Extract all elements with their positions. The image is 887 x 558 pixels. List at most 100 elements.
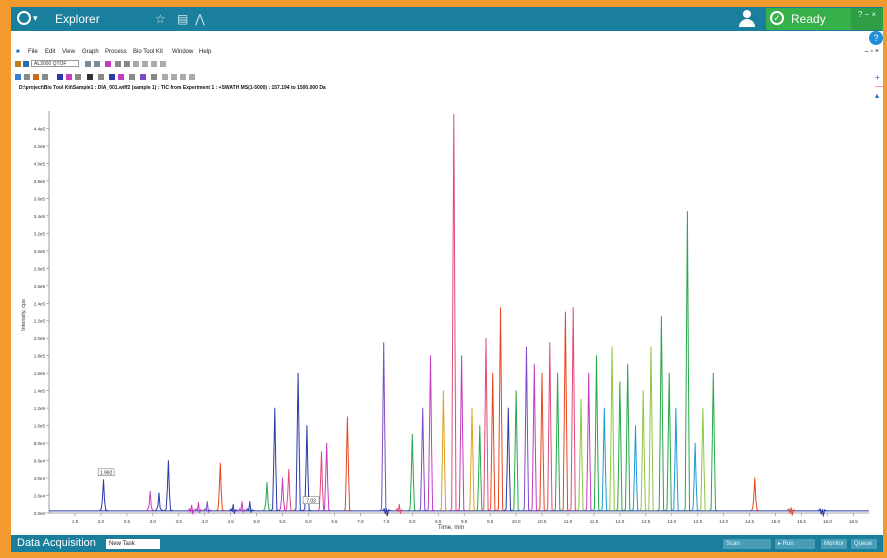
instrument-select[interactable]: AL3000 QTOF [31,60,79,67]
view-1-icon[interactable] [162,74,168,80]
x-tick-label: 13.5 [693,519,702,524]
peak-trace [690,442,700,512]
cursor-icon[interactable] [57,74,63,80]
table-icon[interactable] [142,61,148,67]
x-tick-label: 3.5 [176,519,183,524]
menu-graph[interactable]: Graph [82,49,99,55]
export-icon[interactable] [160,61,166,67]
menu-window[interactable]: Window [172,49,193,55]
side-pin-icon[interactable]: ▴ [875,91,883,100]
save-icon[interactable] [23,61,29,67]
peak-trace [698,407,708,512]
layout-icon[interactable] [151,61,157,67]
peak-trace [284,468,294,512]
print-icon[interactable] [115,61,121,67]
arrow-right-icon[interactable] [98,74,104,80]
peak-icon[interactable]: ⋀ [195,12,205,26]
app-window: ▾ Explorer ☆ ▤ ⋀ ✓ Ready ? − × ? ■ File … [11,7,883,552]
window-controls[interactable]: ? − × [851,8,883,30]
peak-trace [750,477,760,512]
annotate-icon[interactable] [140,74,146,80]
queue-control[interactable]: Queue [851,539,877,549]
peak-trace [664,372,674,512]
workspace-label: Data Acquisition [17,537,96,549]
graph-tool-3-icon[interactable] [33,74,39,80]
normalize-icon[interactable] [129,74,135,80]
x-tick-label: 1.5 [72,519,79,524]
peak-trace [343,416,352,512]
new-task-tab[interactable]: New Task [106,539,160,549]
menu-edit[interactable]: Edit [45,49,55,55]
arrow-left-icon[interactable] [87,74,93,80]
baseline-icon[interactable] [75,74,81,80]
app-logo-icon[interactable] [17,11,31,25]
peak-trace [511,390,521,512]
panel-icon[interactable]: ▤ [177,12,188,26]
chromatogram-panel[interactable]: 0.0e0 2.0e4 4.0e4 6.0e4 8.0e4 1.0e5 1.2e5 1.4e5… [11,95,873,535]
peak-label-icon[interactable] [66,74,72,80]
peak-trace [228,503,238,514]
x-tick-label: 16.0 [823,519,832,524]
x-tick-label: 5.5 [279,519,286,524]
graph-tool-2-icon[interactable] [24,74,30,80]
run-control[interactable]: ▸ Run [775,539,815,549]
y-tick-label: 2.0e4 [34,494,46,499]
scan-control[interactable]: Scan [723,539,771,549]
y-tick-label: 3.6e5 [34,196,46,201]
expand-icon[interactable] [109,74,115,80]
undo-icon[interactable] [85,61,91,67]
peak-trace [215,462,225,512]
peak-trace [529,363,539,512]
peak-trace [615,381,625,512]
side-minus-icon[interactable]: — [875,82,883,91]
help-icon[interactable]: ? [869,31,883,45]
magnify-icon[interactable] [151,74,157,80]
menu-file[interactable]: File [28,49,38,55]
view-2-icon[interactable] [171,74,177,80]
x-tick-label: 9.5 [487,519,494,524]
peak-trace [379,342,389,512]
peak-trace [449,114,459,512]
y-tick-label: 1.6e5 [34,371,46,376]
x-tick-label: 11.0 [564,519,573,524]
peak-trace [561,311,570,512]
graph-tool-1-icon[interactable] [15,74,21,80]
menu-view[interactable]: View [62,49,75,55]
grid-icon[interactable] [133,61,139,67]
peak-trace [600,407,609,512]
x-axis: 1.5 2.0 2.5 3.0 3.5 4.0 4.5 5.0 5.5 6.0 6.5 7.0 7.5 8… [49,512,869,524]
peak-trace [270,407,280,512]
menu-process[interactable]: Process [105,49,127,55]
open-icon[interactable] [15,61,21,67]
graph-tool-4-icon[interactable] [42,74,48,80]
side-panel-strip[interactable]: + — ▴ [875,73,883,123]
x-tick-label: 6.0 [305,519,312,524]
x-tick-label: 2.5 [124,519,131,524]
monitor-control[interactable]: Monitor [821,539,847,549]
view-4-icon[interactable] [189,74,195,80]
y-tick-label: 2.6e5 [34,284,46,289]
overlay-icon[interactable] [118,74,124,80]
user-avatar-icon[interactable] [739,10,755,27]
app-title: Explorer [55,12,100,26]
x-tick-label: 10.5 [538,519,547,524]
star-icon[interactable]: ☆ [155,12,166,26]
peak-trace [638,390,648,512]
chart-icon[interactable] [105,61,111,67]
chromatogram-chart[interactable]: 0.0e0 2.0e4 4.0e4 6.0e4 8.0e4 1.0e5 1.2e5 1.4e5… [11,95,873,535]
y-tick-label: 1.2e5 [34,406,46,411]
annotation-label: 1.992 [100,470,113,476]
menu-help[interactable]: Help [199,49,211,55]
x-tick-label: 16.5 [849,519,858,524]
x-tick-label: 13.0 [667,519,676,524]
redo-icon[interactable] [94,61,100,67]
x-tick-label: 2.0 [98,519,105,524]
graph-toolbar [11,73,883,82]
side-plus-icon[interactable]: + [875,73,883,82]
view-3-icon[interactable] [180,74,186,80]
menu-bio-tool-kit[interactable]: Bio Tool Kit [133,49,163,55]
peak-trace [683,211,692,512]
zoom-icon[interactable] [124,61,130,67]
document-window-controls[interactable]: – ▫ × [865,48,879,55]
app-menu-chevron-icon[interactable]: ▾ [33,13,38,24]
